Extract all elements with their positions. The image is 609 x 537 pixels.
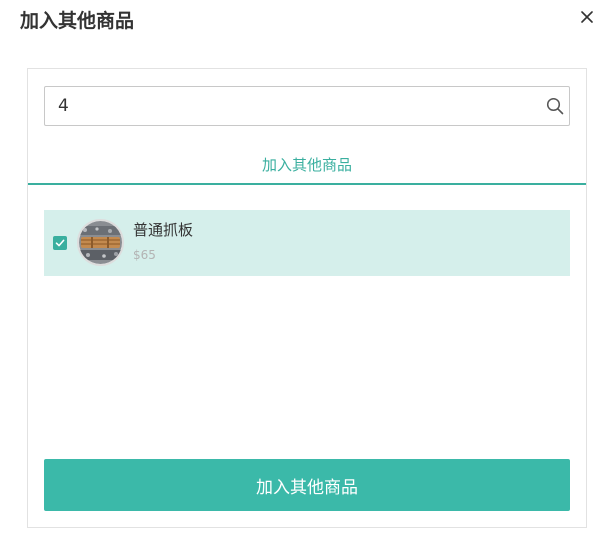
tab-add-other-products[interactable]: 加入其他商品 — [28, 153, 586, 177]
search-button[interactable] — [545, 96, 565, 116]
dialog-title: 加入其他商品 — [20, 10, 135, 32]
check-icon — [55, 239, 65, 247]
close-icon — [581, 11, 593, 23]
product-checkbox[interactable] — [53, 236, 67, 250]
product-picker-panel: 加入其他商品 — [27, 68, 587, 528]
product-thumbnail — [77, 219, 124, 266]
search-box — [44, 86, 570, 126]
product-price: $65 — [133, 248, 156, 262]
tab-bar: 加入其他商品 — [28, 149, 586, 185]
add-other-products-button[interactable]: 加入其他商品 — [44, 459, 570, 511]
search-icon — [546, 97, 564, 115]
product-name: 普通抓板 — [133, 221, 194, 239]
search-input[interactable] — [45, 87, 535, 125]
add-other-products-dialog: 加入其他商品 加入其他商品 — [0, 0, 609, 537]
close-button[interactable] — [577, 8, 597, 26]
product-row[interactable]: 普通抓板 $65 — [44, 210, 570, 276]
